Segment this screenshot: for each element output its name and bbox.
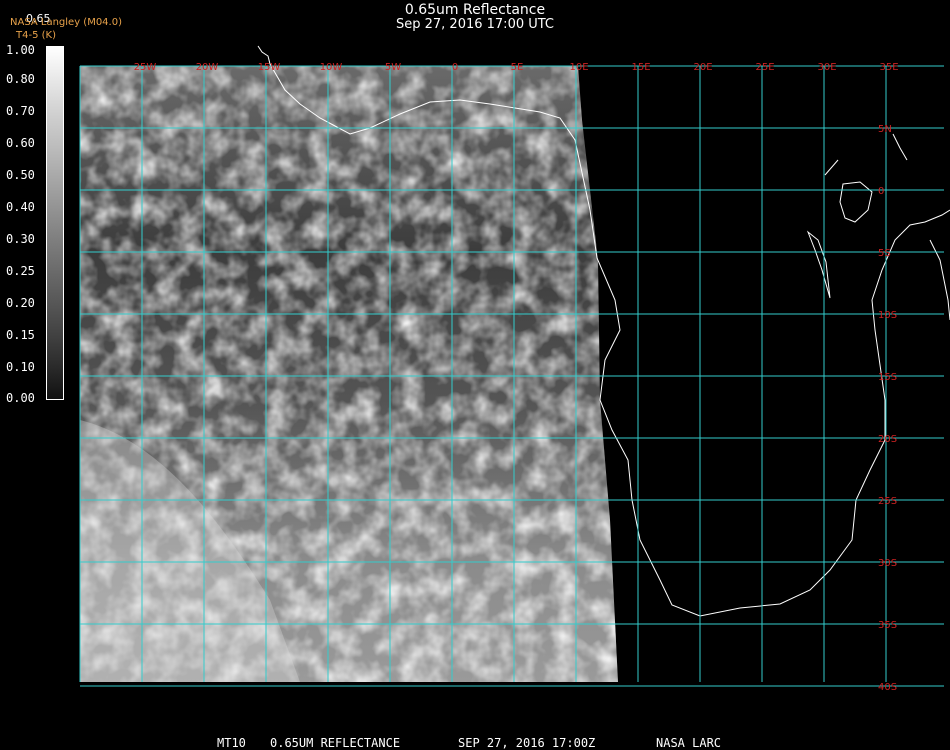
latitude-label: 20S bbox=[878, 434, 897, 445]
satellite-map: 25W 20W 15W 10W 5W 0 5E 10E 15E 20E 25E 30E 35E 5N05… bbox=[79, 45, 950, 693]
longitude-label: 15W bbox=[258, 62, 281, 73]
longitude-label: 0 bbox=[452, 62, 458, 73]
longitude-label: 5E bbox=[511, 62, 524, 73]
latitude-label: 30S bbox=[878, 558, 897, 569]
longitude-label: 20E bbox=[693, 62, 712, 73]
latitude-label: 15S bbox=[878, 372, 897, 383]
longitude-label: 10W bbox=[320, 62, 343, 73]
latitude-label: 25S bbox=[878, 496, 897, 507]
footer-satellite: MT10 bbox=[217, 736, 246, 750]
latitude-label: 10S bbox=[878, 310, 897, 321]
latitude-label: 40S bbox=[878, 682, 897, 693]
latitude-label: 5N bbox=[878, 124, 892, 135]
longitude-label: 10E bbox=[569, 62, 588, 73]
latitude-label: 35S bbox=[878, 620, 897, 631]
footer-date: SEP 27, 2016 17:00Z bbox=[458, 736, 596, 750]
latitude-label: 0 bbox=[878, 186, 884, 197]
latitude-labels: 5N 0 5S 10S 15S 20S 25S 30S 35S 40S bbox=[878, 124, 897, 693]
longitude-label: 15E bbox=[631, 62, 650, 73]
longitude-label: 30E bbox=[817, 62, 836, 73]
longitude-label: 20W bbox=[196, 62, 219, 73]
footer-source: NASA LARC bbox=[656, 736, 722, 750]
longitude-label: 35E bbox=[879, 62, 898, 73]
longitude-label: 25W bbox=[134, 62, 157, 73]
latitude-label: 5S bbox=[878, 248, 891, 259]
longitude-label: 25E bbox=[755, 62, 774, 73]
footer-product: 0.65UM REFLECTANCE bbox=[270, 736, 401, 750]
longitude-label: 5W bbox=[385, 62, 401, 73]
